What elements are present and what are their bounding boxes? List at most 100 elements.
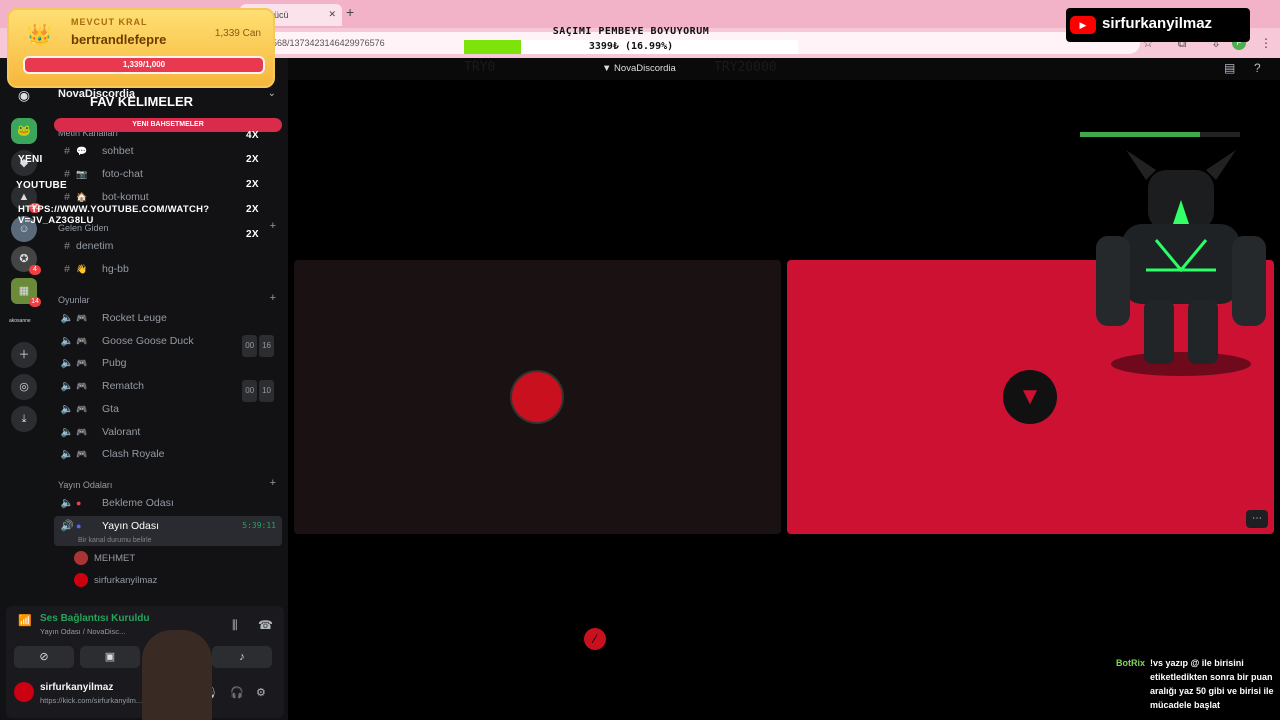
server-icon-6[interactable]: ▦ 14 xyxy=(11,278,41,307)
goal-title: SAÇIMI PEMBEYE BOYUYORUM xyxy=(552,26,710,37)
crown-icon: 👑 xyxy=(27,24,52,46)
camera-off-button[interactable]: ⊘ xyxy=(14,646,74,668)
gamepad-icon: 🎮 xyxy=(76,381,88,392)
channel-name: Rocket Leuge xyxy=(102,312,167,324)
screen-share-button[interactable]: ▣ xyxy=(80,646,140,668)
gamepad-icon: 🎮 xyxy=(76,335,88,346)
avatar xyxy=(510,370,564,424)
video-tile-mehmet[interactable] xyxy=(294,260,781,534)
voice-channel-row[interactable]: 🔈 🎮 Gta xyxy=(54,399,282,419)
channel-bekleme-odasi[interactable]: 🔈 ● Bekleme Odası xyxy=(54,493,282,513)
voice-channel-row[interactable]: 🔈 🎮 Clash Royale xyxy=(54,444,282,464)
member-name: sirfurkanyilmaz xyxy=(94,575,158,586)
monster-graphic xyxy=(1096,150,1266,376)
avatar: ▼ xyxy=(1003,370,1057,424)
voice-channel-row[interactable]: 🔈 🎮 Valorant xyxy=(54,422,282,442)
gear-icon[interactable]: ⚙ xyxy=(256,686,266,699)
tab-close-icon[interactable]: ✕ xyxy=(328,9,336,20)
donation-goal: SAÇIMI PEMBEYE BOYUYORUM 3399₺ (16.99%) … xyxy=(464,24,798,75)
channel-hg-bb[interactable]: # 👋 hg-bb xyxy=(54,259,282,279)
user-name[interactable]: sirfurkanyilmaz xyxy=(40,682,113,693)
channel-name: Clash Royale xyxy=(102,448,165,461)
monster-hp-fill xyxy=(1080,132,1200,137)
gamepad-icon: 🎮 xyxy=(76,403,88,414)
add-server-icon[interactable]: ＋ xyxy=(11,342,37,368)
monster-hp-bar xyxy=(1080,132,1240,137)
king-user: bertrandlefepre xyxy=(71,32,167,47)
chat-text: !vs yazıp @ ile birisini etiketledikten … xyxy=(1150,658,1274,710)
plus-icon[interactable]: + xyxy=(270,477,276,489)
speaker-icon: 🔈 xyxy=(60,402,74,415)
signal-icon: 📶 xyxy=(18,615,32,627)
slash-icon: ⁄ xyxy=(584,628,606,650)
speaker-icon: 🔈 xyxy=(60,497,74,509)
soundboard-button[interactable]: ♪ xyxy=(212,646,272,668)
unread-badge: 14 xyxy=(29,297,41,307)
channel-name: Rematch xyxy=(102,380,145,393)
youtube-icon: ▶ xyxy=(1070,16,1096,34)
nova-logo-icon: ▼ xyxy=(602,63,612,74)
speaker-icon: 🔈 xyxy=(60,380,74,393)
speaker-icon: 🔈 xyxy=(60,425,74,438)
voice-channel-row[interactable]: 🔈 🎮 Pubg xyxy=(54,353,282,373)
king-heading: MEVCUT KRAL xyxy=(71,17,148,27)
avatar xyxy=(74,573,88,588)
goal-amount: 3399₺ (16.99%) xyxy=(588,41,674,52)
voice-channel-row[interactable]: 🔈 🎮 Rocket Leuge xyxy=(54,308,282,328)
topbar-title: ▼ NovaDiscordia xyxy=(602,63,676,74)
channel-status-hint[interactable]: Bir kanal durumu belirle xyxy=(78,531,152,551)
help-icon[interactable]: ? xyxy=(1254,61,1261,75)
user-avatar[interactable] xyxy=(14,682,34,702)
fav-title: FAV KELIMELER xyxy=(90,94,194,109)
gamepad-icon: 🎮 xyxy=(76,426,88,437)
channel-yayin-odasi[interactable]: 🔊 ● Yayın Odası 5:39:11 Bir kanal durumu b… xyxy=(54,516,282,546)
voice-status[interactable]: Ses Bağlantısı Kuruldu xyxy=(40,613,149,624)
headphones-icon[interactable]: 🎧 xyxy=(230,686,244,699)
voice-channel-row[interactable]: 🔈 🎮 Goose Goose Duck 00 16 xyxy=(54,331,282,357)
channel-name: Pubg xyxy=(102,357,127,370)
speaker-icon: 🔈 xyxy=(60,312,74,324)
channel-name: Goose Goose Duck xyxy=(102,334,194,347)
more-options-icon[interactable]: ⋯ xyxy=(1246,510,1268,528)
king-hp-bar: 1,339/1,000 xyxy=(23,56,265,74)
kebab-icon[interactable]: ⋮ xyxy=(1258,35,1274,51)
voice-member[interactable]: sirfurkanyilmaz xyxy=(74,572,157,590)
gamepad-icon: 🎮 xyxy=(76,449,88,460)
inbox-icon[interactable]: ▤ xyxy=(1224,61,1235,75)
goal-right-label: TRY20000 xyxy=(714,60,777,75)
category-yayin[interactable]: Yayın Odaları xyxy=(58,480,112,490)
download-icon[interactable]: ⤓ xyxy=(11,406,37,432)
king-widget: 👑 MEVCUT KRAL bertrandlefepre 1,339 Can … xyxy=(7,8,275,88)
king-hp: 1,339 Can xyxy=(214,28,261,39)
voice-channel-path[interactable]: Yayın Odası / NovaDisc... xyxy=(40,627,125,636)
fav-word: HTTPS://WWW.YOUTUBE.COM/WATCH?V=JV_AZ3G8… xyxy=(18,204,210,226)
category-oyunlar[interactable]: Oyunlar xyxy=(58,295,90,305)
hash-icon: # xyxy=(64,263,70,275)
fav-mult: 4X xyxy=(246,130,259,141)
youtube-handle: sirfurkanyilmaz xyxy=(1102,15,1213,32)
fav-words-overlay: FAV KELIMELER YENI BAHSETMELER 4X 2X YEN… xyxy=(16,94,284,254)
topbar-title-text: NovaDiscordia xyxy=(614,63,676,74)
fav-mult: 2X xyxy=(246,179,259,190)
voice-channel-row[interactable]: 🔈 🎮 Rematch 00 10 xyxy=(54,376,282,403)
channel-name: Bekleme Odası xyxy=(102,497,174,509)
red-dot-icon: ● xyxy=(76,498,82,508)
plus-icon[interactable]: + xyxy=(270,292,276,304)
server-label-small[interactable]: akosanne xyxy=(9,318,31,324)
voice-member[interactable]: MEHMET xyxy=(74,550,135,568)
user-activity[interactable]: https://kick.com/sirfurkanyilm... xyxy=(40,696,142,705)
speaker-icon: 🔈 xyxy=(60,357,74,370)
goal-left-label: TRY0 xyxy=(464,60,496,75)
channel-name: Gta xyxy=(102,402,119,415)
new-tab-button[interactable]: + xyxy=(346,4,354,20)
channel-name: hg-bb xyxy=(102,263,129,275)
disconnect-icon[interactable]: ☎ xyxy=(258,618,273,632)
stream-timer: 5:39:11 xyxy=(242,521,276,530)
fav-word: YOUTUBE xyxy=(16,180,67,191)
speaker-icon: 🔈 xyxy=(60,448,74,461)
unread-badge: 4 xyxy=(29,265,41,275)
explore-icon[interactable]: ◎ xyxy=(11,374,37,400)
fav-mult: 2X xyxy=(246,229,259,240)
speaker-live-icon: 🔊 xyxy=(60,520,74,532)
noise-suppression-icon[interactable]: ⫼ xyxy=(232,618,238,633)
